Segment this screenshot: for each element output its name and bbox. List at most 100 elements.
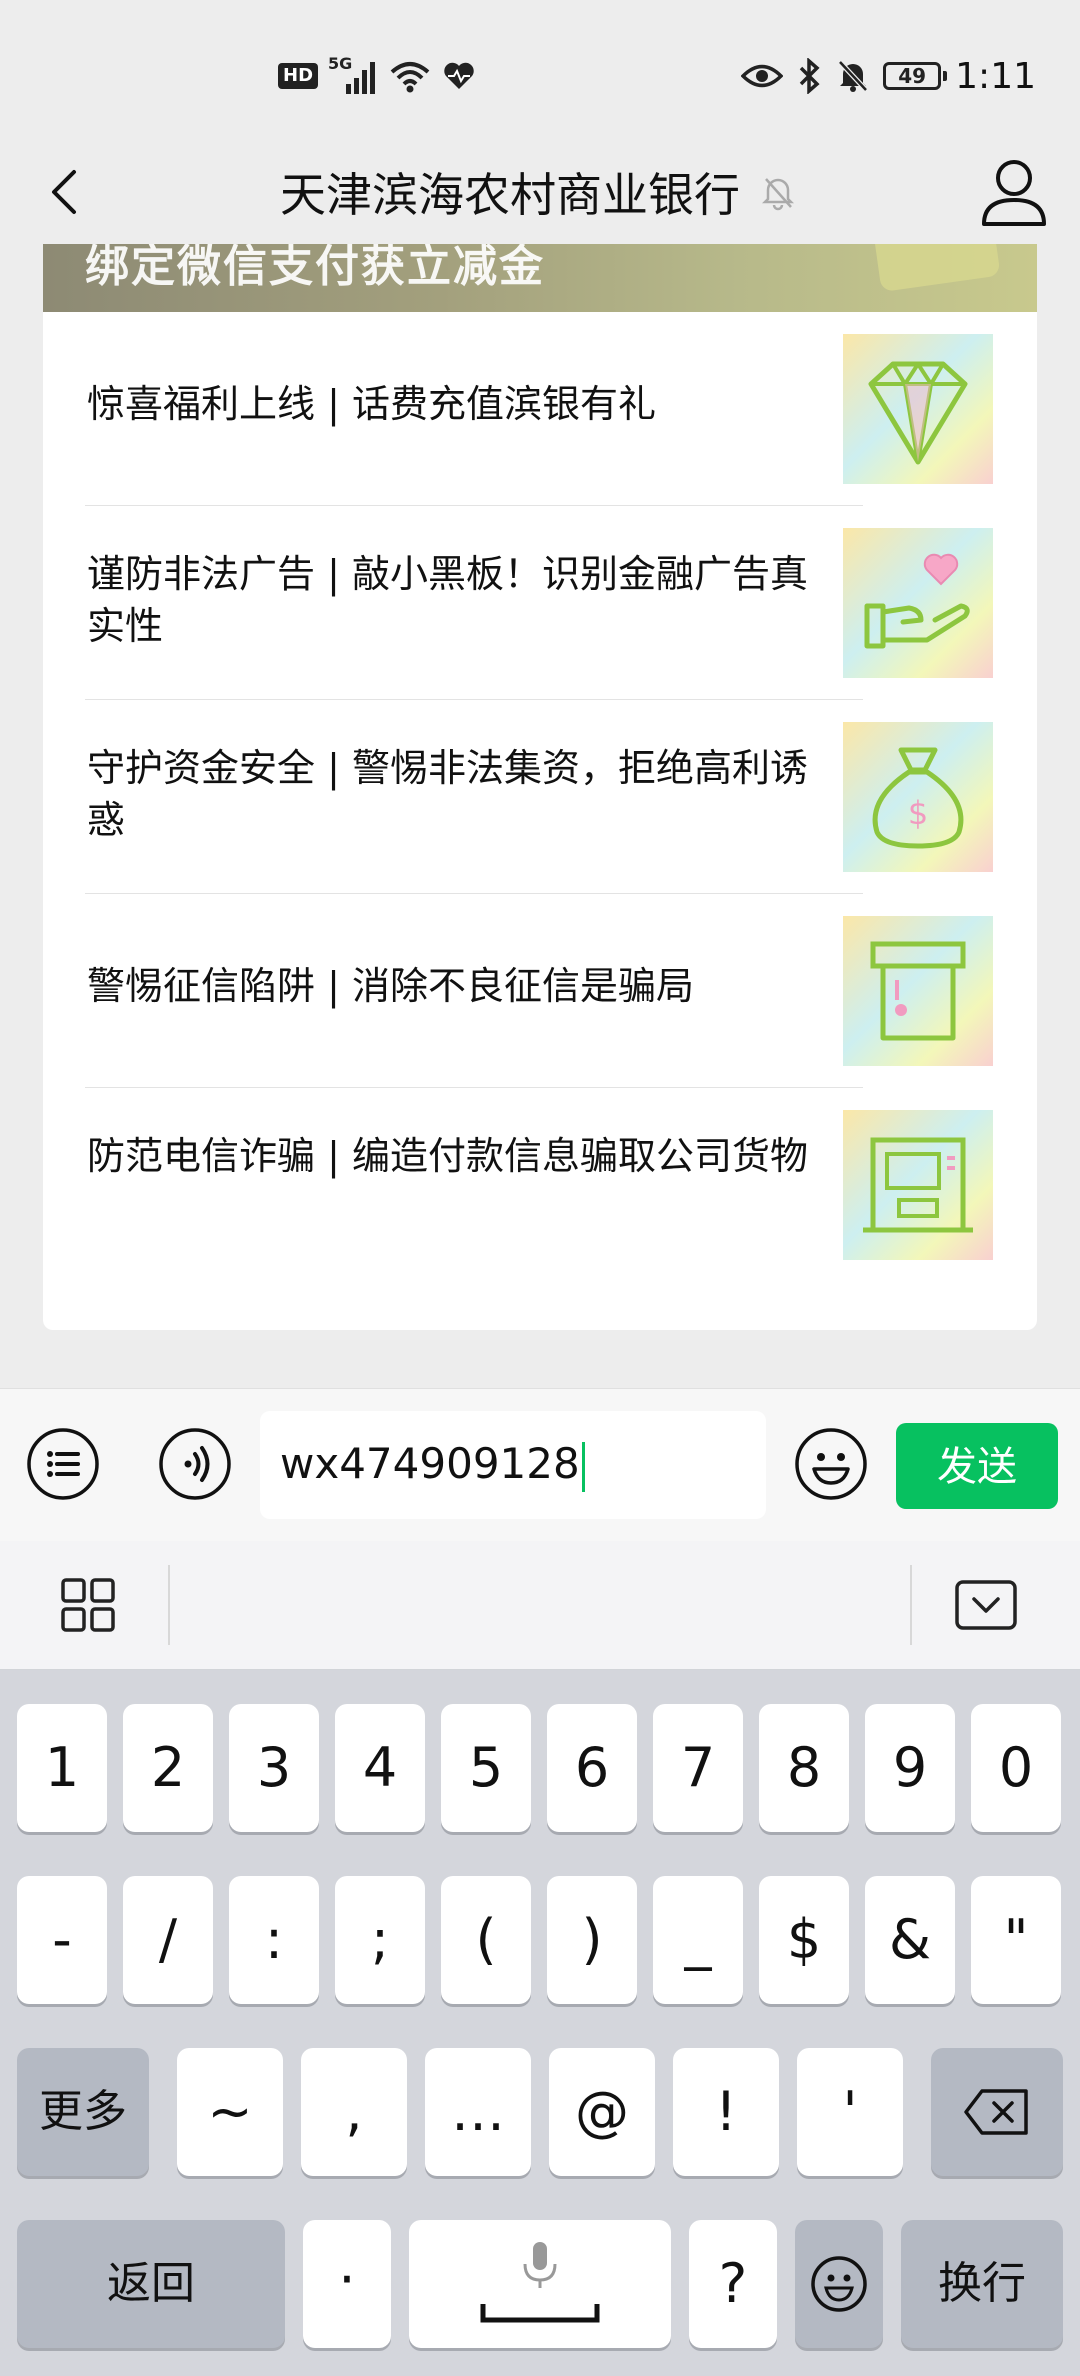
article-title: 防范电信诈骗 | 编造付款信息骗取公司货物 — [87, 1134, 808, 1178]
space-bar[interactable] — [409, 2220, 671, 2348]
battery-icon: 49 — [883, 62, 948, 90]
bell-muted-icon — [761, 178, 795, 211]
atm-icon — [843, 1110, 993, 1260]
list-item[interactable]: 谨防非法广告 | 敲小黑板！识别金融广告真实性 — [43, 506, 1037, 700]
grid-menu-icon[interactable] — [60, 1577, 116, 1633]
status-right: 49 1:11 — [741, 48, 1036, 104]
divider — [910, 1565, 912, 1645]
heart-health-icon — [444, 62, 474, 89]
key-colon[interactable]: : — [229, 1876, 319, 2004]
key-label: ( — [475, 1908, 497, 1971]
article-title: 守护资金安全 | 警惕非法集资，拒绝高利诱惑 — [87, 746, 808, 842]
list-item[interactable]: 警惕征信陷阱 | 消除不良征信是骗局 — [43, 894, 1037, 1088]
bluetooth-icon — [799, 58, 820, 94]
signal-icon: 5G — [328, 54, 378, 96]
key-comma[interactable]: , — [301, 2048, 407, 2176]
key-enter[interactable]: 换行 — [901, 2220, 1063, 2348]
key-9[interactable]: 9 — [865, 1704, 955, 1832]
key-label: 4 — [362, 1736, 398, 1799]
key-underscore[interactable]: _ — [653, 1876, 743, 2004]
key-label: · — [338, 2248, 356, 2311]
key-dollar[interactable]: $ — [759, 1876, 849, 2004]
key-emoji[interactable] — [795, 2220, 883, 2348]
key-label: " — [1003, 1908, 1029, 1971]
key-label: : — [264, 1908, 284, 1971]
key-label: … — [451, 2080, 505, 2143]
message-input[interactable]: wx474909128 — [260, 1411, 766, 1519]
key-label: 更多 — [39, 2086, 127, 2137]
key-3[interactable]: 3 — [229, 1704, 319, 1832]
chat-header: 天津滨海农村商业银行 — [0, 140, 1080, 244]
menu-list-icon[interactable] — [26, 1427, 100, 1501]
key-8[interactable]: 8 — [759, 1704, 849, 1832]
microphone-icon — [480, 2242, 600, 2323]
banner[interactable]: 绑定微信支付获立减金 — [43, 244, 1037, 312]
hide-keyboard-icon[interactable] — [954, 1579, 1018, 1631]
key-label: ? — [718, 2252, 748, 2315]
key-paren-open[interactable]: ( — [441, 1876, 531, 2004]
svg-text:$: $ — [908, 794, 928, 832]
list-item[interactable]: 防范电信诈骗 | 编造付款信息骗取公司货物 — [43, 1088, 1037, 1282]
key-label: 5 — [468, 1736, 504, 1799]
key-2[interactable]: 2 — [123, 1704, 213, 1832]
key-label: ~ — [207, 2080, 253, 2143]
list-item[interactable]: 惊喜福利上线 | 话费充值滨银有礼 — [43, 312, 1037, 506]
key-label: 2 — [150, 1736, 186, 1799]
status-left: HD 5G — [278, 54, 476, 98]
message-input-bar: wx474909128 发送 — [0, 1388, 1080, 1541]
key-return[interactable]: 返回 — [17, 2220, 285, 2348]
message-input-value: wx474909128 — [280, 1439, 585, 1492]
key-label: 0 — [998, 1736, 1034, 1799]
key-label: ; — [370, 1908, 390, 1971]
banner-title: 绑定微信支付获立减金 — [85, 244, 545, 292]
keyboard: 1 2 3 4 5 6 7 8 9 0 - / : ; ( ) _ $ & " … — [0, 1670, 1080, 2376]
emoji-icon[interactable] — [794, 1427, 868, 1501]
key-6[interactable]: 6 — [547, 1704, 637, 1832]
key-ellipsis[interactable]: … — [425, 2048, 531, 2176]
key-tilde[interactable]: ~ — [177, 2048, 283, 2176]
key-label: 返回 — [107, 2258, 195, 2309]
key-5[interactable]: 5 — [441, 1704, 531, 1832]
voice-icon[interactable] — [158, 1427, 232, 1501]
backspace-icon — [964, 2089, 1028, 2135]
key-hyphen[interactable]: - — [17, 1876, 107, 2004]
hand-heart-icon — [843, 528, 993, 678]
key-7[interactable]: 7 — [653, 1704, 743, 1832]
eye-icon — [741, 64, 784, 88]
article-card: 绑定微信支付获立减金 惊喜福利上线 | 话费充值滨银有礼 谨防非法广告 | 敲小… — [43, 244, 1037, 1330]
key-label: 8 — [786, 1736, 822, 1799]
key-label: ) — [581, 1908, 603, 1971]
bell-muted-icon — [838, 60, 868, 92]
key-label: - — [52, 1908, 72, 1971]
back-arrow-icon[interactable] — [28, 154, 104, 230]
list-item[interactable]: 守护资金安全 | 警惕非法集资，拒绝高利诱惑 $ — [43, 700, 1037, 894]
key-1[interactable]: 1 — [17, 1704, 107, 1832]
key-dot[interactable]: · — [303, 2220, 391, 2348]
key-label: / — [158, 1908, 178, 1971]
key-ampersand[interactable]: & — [865, 1876, 955, 2004]
key-0[interactable]: 0 — [971, 1704, 1061, 1832]
key-slash[interactable]: / — [123, 1876, 213, 2004]
article-title: 惊喜福利上线 | 话费充值滨银有礼 — [87, 382, 656, 426]
key-apostrophe[interactable]: ' — [797, 2048, 903, 2176]
keyboard-toolbar — [0, 1541, 1080, 1670]
key-label: _ — [684, 1908, 712, 1971]
key-paren-close[interactable]: ) — [547, 1876, 637, 2004]
key-backspace[interactable] — [931, 2048, 1063, 2176]
key-4[interactable]: 4 — [335, 1704, 425, 1832]
key-label: 6 — [574, 1736, 610, 1799]
divider — [168, 1565, 170, 1645]
key-exclamation[interactable]: ! — [673, 2048, 779, 2176]
key-label: 7 — [680, 1736, 716, 1799]
key-label: , — [345, 2080, 363, 2143]
key-label: 3 — [256, 1736, 292, 1799]
key-semicolon[interactable]: ; — [335, 1876, 425, 2004]
key-question[interactable]: ? — [689, 2220, 777, 2348]
key-label: $ — [786, 1908, 822, 1971]
key-at[interactable]: @ — [549, 2048, 655, 2176]
key-more[interactable]: 更多 — [17, 2048, 149, 2176]
profile-icon[interactable] — [970, 148, 1058, 236]
send-button[interactable]: 发送 — [896, 1423, 1058, 1509]
status-bar: HD 5G 49 1:11 — [0, 0, 1080, 140]
key-quote[interactable]: " — [971, 1876, 1061, 2004]
